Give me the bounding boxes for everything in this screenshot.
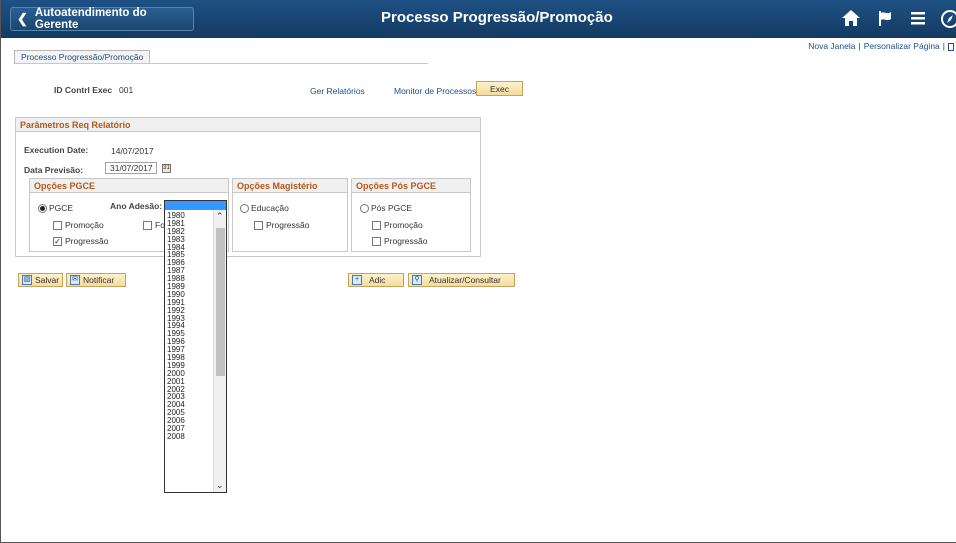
- pgce-partial-checkbox[interactable]: Fo: [143, 220, 165, 230]
- process-monitor-link[interactable]: Monitor de Processos: [394, 86, 476, 96]
- run-control-value: 001: [119, 85, 134, 95]
- checkbox-icon: [254, 220, 263, 230]
- help-icon[interactable]: [948, 42, 954, 51]
- checkbox-icon: [372, 236, 381, 246]
- execution-date-value: 14/07/2017: [111, 146, 154, 156]
- year-option[interactable]: 2008: [167, 432, 213, 441]
- new-window-link[interactable]: Nova Janela: [808, 41, 855, 51]
- chevron-left-icon: ❮: [17, 11, 28, 26]
- save-button[interactable]: ▧ Salvar: [18, 273, 63, 287]
- page-title: Processo Progressão/Promoção: [381, 9, 613, 26]
- notify-button-label: Notificar: [83, 275, 115, 285]
- scroll-down-icon[interactable]: ⌄: [216, 481, 224, 490]
- notify-icon: ✉: [70, 275, 80, 285]
- run-control-label: ID Contrl Exec: [54, 85, 113, 95]
- year-label: Ano Adesão:: [110, 201, 163, 211]
- personalize-page-link[interactable]: Personalizar Página: [864, 41, 940, 51]
- magisterio-progression-checkbox[interactable]: Progressão: [254, 220, 309, 230]
- pgce-radio[interactable]: PGCE: [38, 203, 73, 213]
- calendar-icon[interactable]: 31: [162, 164, 171, 173]
- back-button-label: Autoatendimento do Gerente: [34, 7, 147, 31]
- pgce-radio-label: PGCE: [49, 203, 74, 213]
- tab-underline: [14, 63, 428, 64]
- forecast-date-field[interactable]: 31/07/2017: [105, 162, 157, 174]
- report-manager-link[interactable]: Ger Relatórios: [310, 86, 365, 96]
- exec-button[interactable]: Exec: [476, 81, 523, 96]
- pos-pgce-options-title: Opções Pós PGCE: [352, 179, 470, 193]
- checkbox-icon: [143, 220, 152, 230]
- checkbox-icon: [53, 220, 62, 230]
- magisterio-progression-label: Progressão: [266, 220, 310, 230]
- pos-pgce-radio-label: Pós PGCE: [371, 203, 413, 213]
- link-separator: |: [858, 41, 861, 51]
- pos-pgce-promotion-checkbox[interactable]: Promoção: [372, 220, 423, 230]
- radio-selected-icon: [38, 203, 47, 213]
- link-separator: |: [942, 41, 945, 51]
- pgce-progression-label: Progressão: [65, 236, 109, 246]
- education-radio-label: Educação: [251, 203, 289, 213]
- search-icon: ⚲: [412, 275, 422, 285]
- pos-pgce-progression-checkbox[interactable]: Progressão: [372, 236, 427, 246]
- pgce-promotion-label: Promoção: [65, 220, 104, 230]
- update-button-label: Atualizar/Consultar: [429, 275, 501, 285]
- pos-pgce-promotion-label: Promoção: [384, 220, 423, 230]
- update-button[interactable]: ⚲ Atualizar/Consultar: [408, 273, 515, 287]
- forecast-date-label: Data Previsão:: [24, 165, 84, 175]
- add-icon: +: [352, 275, 362, 285]
- pos-pgce-radio[interactable]: Pós PGCE: [360, 203, 412, 213]
- scroll-up-icon[interactable]: ⌃: [216, 212, 224, 221]
- notify-button[interactable]: ✉ Notificar: [66, 273, 126, 287]
- home-icon[interactable]: [841, 9, 861, 32]
- year-dropdown-scrollbar[interactable]: ⌃ ⌄: [213, 210, 226, 492]
- year-options-list: 1980 1981 1982 1983 1984 1985 1986 1987 1988 1989…: [167, 212, 213, 441]
- year-dropdown[interactable]: 1980 1981 1982 1983 1984 1985 1986 1987 1988 1989…: [164, 200, 227, 493]
- pgce-progression-checkbox[interactable]: ✓ Progressão: [53, 236, 108, 246]
- education-radio[interactable]: Educação: [240, 203, 289, 213]
- magisterio-options-title: Opções Magistério: [233, 179, 347, 193]
- radio-icon: [360, 203, 369, 213]
- compass-icon[interactable]: [940, 9, 956, 34]
- flag-icon[interactable]: [876, 9, 894, 32]
- report-params-title: Parâmetros Req Relatório: [16, 118, 480, 132]
- checkbox-icon: [372, 220, 381, 230]
- menu-icon[interactable]: [909, 9, 927, 32]
- radio-icon: [240, 203, 249, 213]
- pgce-options-title: Opções PGCE: [30, 179, 228, 193]
- save-button-label: Salvar: [35, 275, 60, 285]
- pos-pgce-progression-label: Progressão: [384, 236, 428, 246]
- checkbox-checked-icon: ✓: [53, 236, 62, 246]
- tab-process[interactable]: Processo Progressão/Promoção: [14, 50, 151, 64]
- top-links: Nova Janela | Personalizar Página |: [808, 41, 954, 51]
- header-banner: ❮ Autoatendimento do Gerente Processo Pr…: [1, 0, 956, 38]
- pgce-promotion-checkbox[interactable]: Promoção: [53, 220, 104, 230]
- execution-date-label: Execution Date:: [24, 145, 89, 155]
- add-button-label: Adic: [369, 275, 386, 285]
- magisterio-options-box: Opções Magistério: [232, 178, 348, 252]
- year-dropdown-selected[interactable]: [165, 201, 226, 210]
- save-icon: ▧: [22, 275, 32, 285]
- add-button[interactable]: + Adic: [348, 273, 404, 287]
- scrollbar-thumb[interactable]: [216, 228, 225, 376]
- back-button[interactable]: ❮ Autoatendimento do Gerente: [10, 7, 194, 31]
